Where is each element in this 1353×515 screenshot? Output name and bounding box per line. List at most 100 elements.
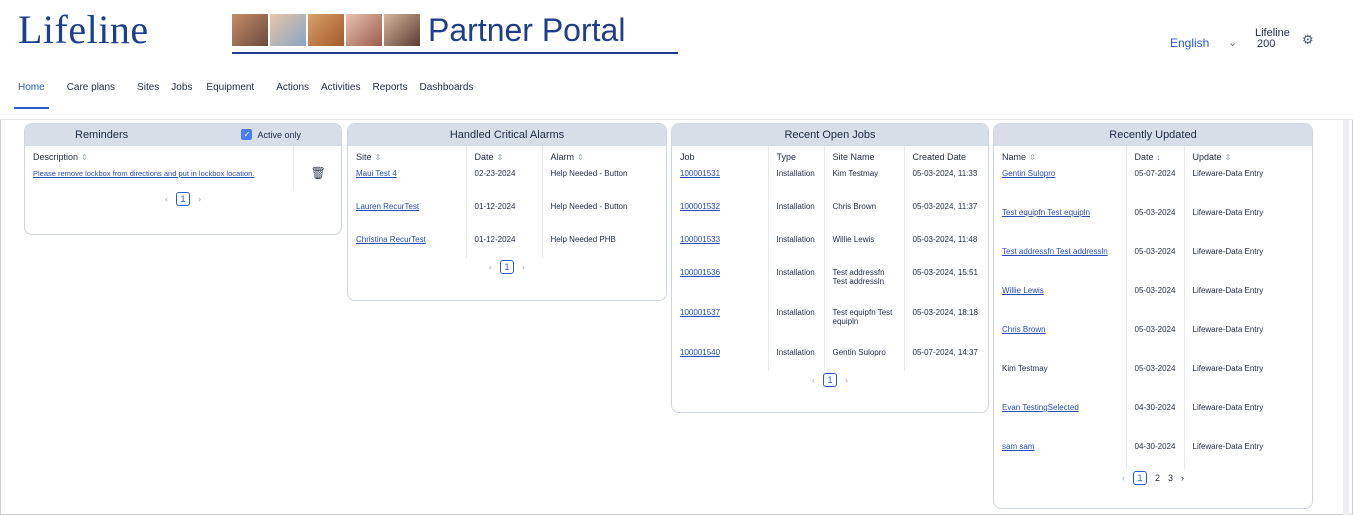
page-button[interactable]: 1 xyxy=(823,373,837,387)
chevron-right-icon[interactable]: › xyxy=(198,194,201,204)
gear-icon[interactable]: ⚙ xyxy=(1302,32,1314,48)
job-site: Test equipfn Test equipln xyxy=(824,305,905,345)
site-link[interactable]: Christina RecurTest xyxy=(356,235,426,244)
name-link[interactable]: Evan TestingSelected xyxy=(1002,403,1079,412)
panel-title: Handled Critical Alarms xyxy=(449,129,565,141)
sort-icon[interactable]: ⇕ xyxy=(81,153,88,162)
name-link[interactable]: Chris Brown xyxy=(1002,325,1046,334)
chevron-right-icon[interactable]: › xyxy=(522,262,525,272)
job-link[interactable]: 100001536 xyxy=(680,268,720,277)
table-row: Lauren RecurTest 01-12-2024 Help Needed … xyxy=(348,199,666,232)
sort-icon[interactable]: ⇕ xyxy=(1225,153,1232,162)
job-link[interactable]: 100001537 xyxy=(680,308,720,317)
sort-icon[interactable]: ⇕ xyxy=(497,153,504,162)
update-type: Lifeware-Data Entry xyxy=(1192,403,1264,412)
active-only-checkbox[interactable]: ✓ Active only xyxy=(241,129,301,140)
column-header[interactable]: Date ⇕ xyxy=(466,146,543,166)
chevron-left-icon[interactable]: ‹ xyxy=(812,375,815,385)
update-type: Lifeware-Data Entry xyxy=(1192,325,1264,334)
page-button[interactable]: 1 xyxy=(1132,471,1147,485)
job-link[interactable]: 100001533 xyxy=(680,235,720,244)
nav-care-plans[interactable]: Care plans xyxy=(67,80,115,95)
table-row: 100001532 Installation Chris Brown 05-03… xyxy=(672,199,988,232)
page-button[interactable]: 1 xyxy=(176,192,190,206)
column-header[interactable]: Alarm ⇕ xyxy=(542,146,666,166)
updated-date: 04-30-2024 xyxy=(1126,400,1185,439)
user-line-2: 200 xyxy=(1257,38,1276,50)
job-date: 05-03-2024, 11:48 xyxy=(912,235,978,244)
column-header[interactable]: Name ⇕ xyxy=(994,146,1127,166)
sort-icon[interactable]: ⇕ xyxy=(1029,153,1036,162)
nav-reports[interactable]: Reports xyxy=(372,80,407,95)
chevron-right-icon[interactable]: › xyxy=(1181,473,1184,483)
column-header[interactable]: Created Date xyxy=(904,146,988,166)
table-row: Test equipfn Test equipln 05-03-2024 Lif… xyxy=(994,205,1312,244)
sort-desc-icon[interactable]: ↓ xyxy=(1157,153,1161,162)
job-type: Installation xyxy=(768,199,825,232)
column-header[interactable]: Site Name xyxy=(824,146,905,166)
job-type: Installation xyxy=(768,166,825,199)
user-account[interactable]: Lifeline 200 xyxy=(1255,28,1290,50)
nav-sites[interactable]: Sites xyxy=(137,80,159,95)
reminder-link[interactable]: Please remove lockbox from directions an… xyxy=(33,169,254,178)
update-type: Lifeware-Data Entry xyxy=(1192,169,1264,178)
photo-image xyxy=(232,14,268,46)
name-link[interactable]: sam sam xyxy=(1002,442,1034,451)
column-header[interactable]: Description ⇕ xyxy=(25,146,294,166)
job-type: Installation xyxy=(768,345,825,371)
updated-header: Recently Updated xyxy=(994,124,1312,146)
chevron-right-icon[interactable]: › xyxy=(845,375,848,385)
name-link[interactable]: Gentin Sulopro xyxy=(1002,169,1055,178)
chevron-left-icon[interactable]: ‹ xyxy=(1122,473,1125,483)
page-button[interactable]: 1 xyxy=(500,260,514,274)
check-icon[interactable]: ✓ xyxy=(241,129,253,140)
photo-image xyxy=(270,14,306,46)
job-link[interactable]: 100001540 xyxy=(680,348,720,357)
column-header[interactable]: Date ↓ xyxy=(1126,146,1185,166)
table-row: 100001536 Installation Test addressfn Te… xyxy=(672,265,988,305)
job-link[interactable]: 100001531 xyxy=(680,169,720,178)
alarms-header: Handled Critical Alarms xyxy=(348,124,666,146)
job-date: 05-03-2024, 18:18 xyxy=(912,308,978,317)
nav-jobs[interactable]: Jobs xyxy=(171,80,192,95)
page-button[interactable]: 3 xyxy=(1168,473,1173,483)
site-link[interactable]: Maui Test 4 xyxy=(356,169,397,178)
table-row: Willie Lewis 05-03-2024 Lifeware-Data En… xyxy=(994,283,1312,322)
alarm-date: 02-23-2024 xyxy=(466,166,543,199)
name-link[interactable]: Test equipfn Test equipln xyxy=(1002,208,1090,217)
trash-icon[interactable]: 🗑 xyxy=(311,166,326,180)
job-link[interactable]: 100001532 xyxy=(680,202,720,211)
chevron-left-icon[interactable]: ‹ xyxy=(489,262,492,272)
name-link[interactable]: Test addressfn Test addressln xyxy=(1002,247,1108,256)
nav-activities[interactable]: Activities xyxy=(321,80,360,95)
alarm-date: 01-12-2024 xyxy=(466,199,543,232)
column-header[interactable]: Job xyxy=(672,146,769,166)
sort-icon[interactable]: ⇕ xyxy=(577,153,584,162)
nav-actions[interactable]: Actions xyxy=(276,80,309,95)
chevron-left-icon[interactable]: ‹ xyxy=(165,194,168,204)
alarm-date: 01-12-2024 xyxy=(466,232,543,258)
updated-panel: Recently Updated Name ⇕ Date ↓ Update ⇕ Gen… xyxy=(993,123,1313,509)
jobs-table: Job Type Site Name Created Date 10000153… xyxy=(672,146,988,371)
sort-icon[interactable]: ⇕ xyxy=(375,153,382,162)
job-type: Installation xyxy=(768,232,825,265)
column-header[interactable]: Type xyxy=(768,146,825,166)
nav-equipment[interactable]: Equipment xyxy=(206,80,254,95)
column-header xyxy=(293,146,341,166)
nav-home[interactable]: Home xyxy=(14,80,49,109)
photo-image xyxy=(346,14,382,46)
pagination: ‹ 1 › xyxy=(348,260,666,274)
page-scrollbar[interactable] xyxy=(1343,120,1349,515)
site-link[interactable]: Lauren RecurTest xyxy=(356,202,419,211)
column-header[interactable]: Site ⇕ xyxy=(348,146,467,166)
name-link[interactable]: Willie Lewis xyxy=(1002,286,1044,295)
reminders-panel: Reminders ✓ Active only Description ⇕ Ple… xyxy=(24,123,342,235)
photo-image xyxy=(308,14,344,46)
language-select[interactable]: English xyxy=(1170,36,1209,50)
table-row: Gentin Sulopro 05-07-2024 Lifeware-Data … xyxy=(994,166,1312,205)
nav-dashboards[interactable]: Dashboards xyxy=(419,80,473,95)
page-button[interactable]: 2 xyxy=(1155,473,1160,483)
chevron-down-icon[interactable]: ⌄ xyxy=(1228,36,1237,49)
brand-logo[interactable]: Lifeline xyxy=(18,6,149,53)
column-header[interactable]: Update ⇕ xyxy=(1184,146,1312,166)
